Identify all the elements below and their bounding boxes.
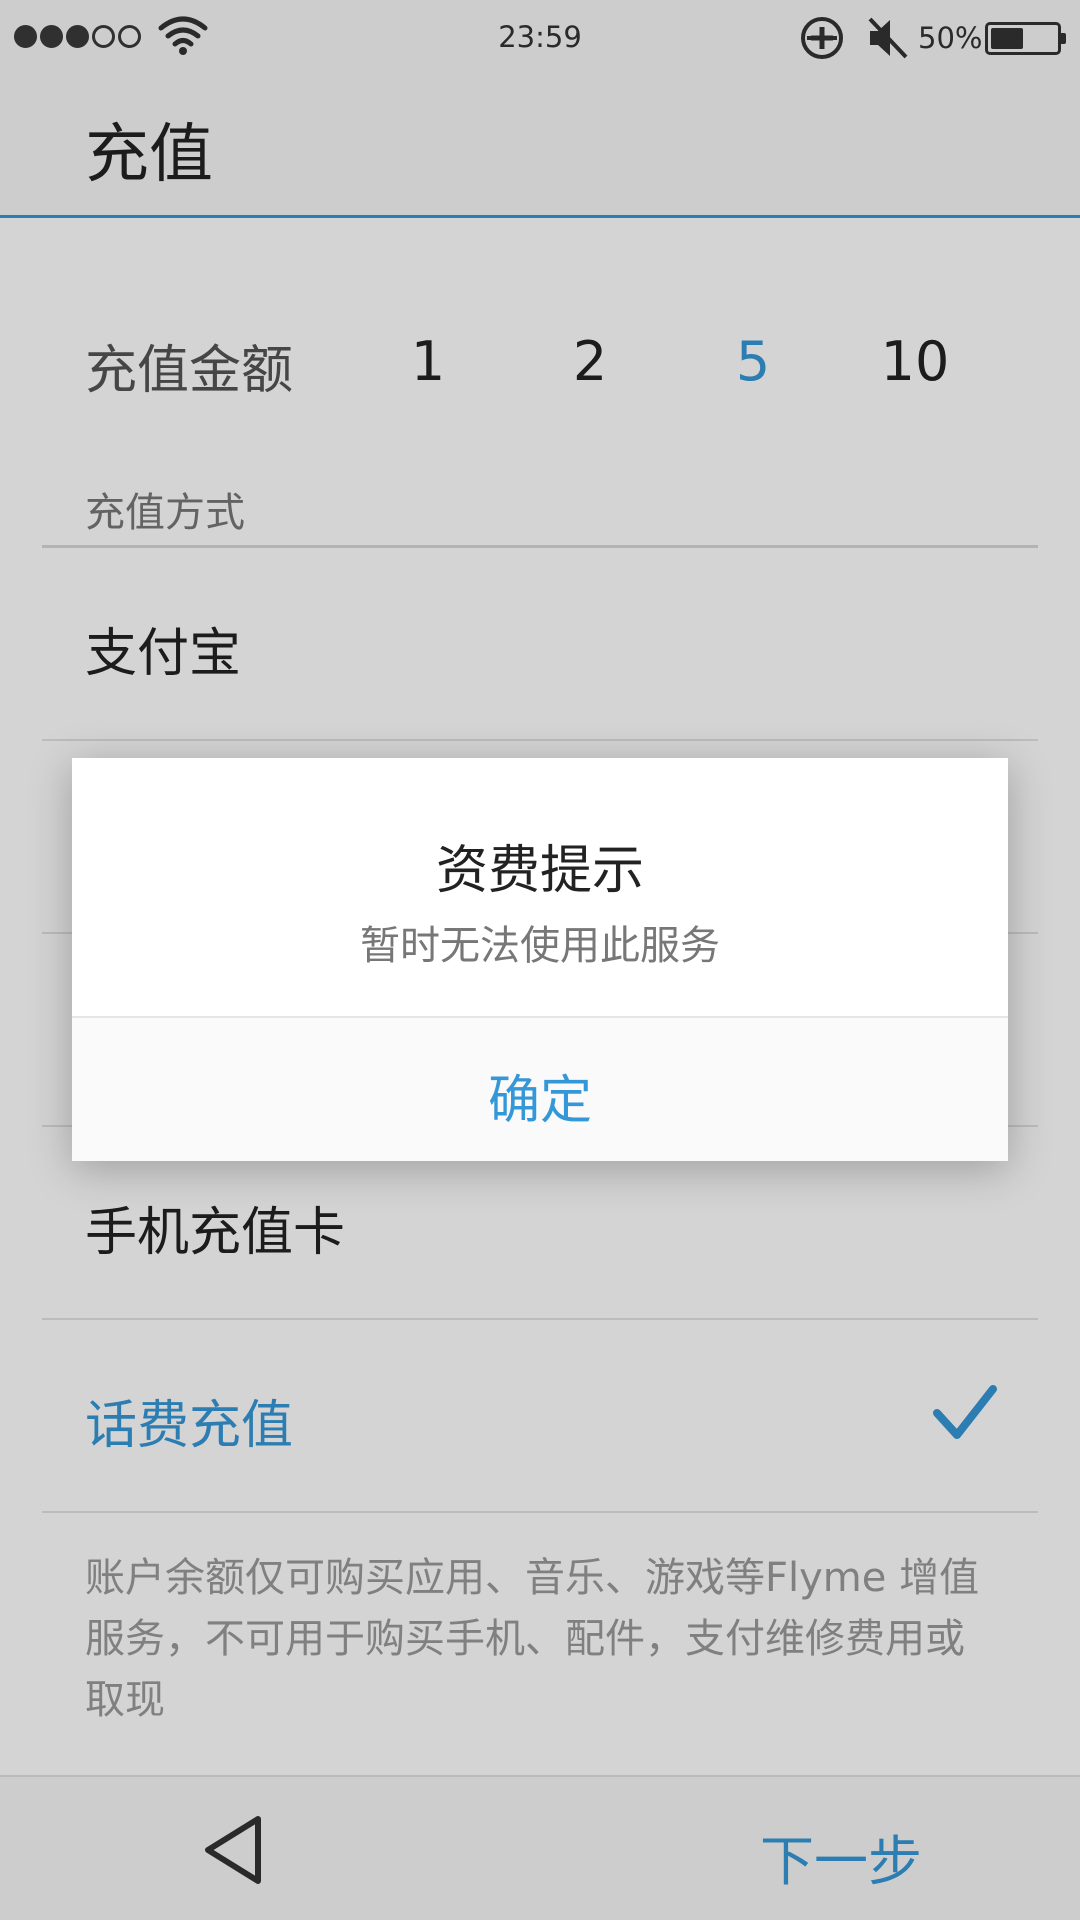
- confirm-button[interactable]: 确定: [72, 1058, 1008, 1133]
- dialog-message: 暂时无法使用此服务: [360, 923, 720, 969]
- screen: 23:59 50% 充值 充值金额 1 2 5 10 充值方式 支付宝 手机充值…: [0, 0, 1080, 1920]
- dialog-actions: 确定: [72, 1016, 1008, 1161]
- fee-notice-dialog: 资费提示 暂时无法使用此服务 确定: [72, 758, 1008, 1161]
- dialog-title: 资费提示: [435, 841, 644, 901]
